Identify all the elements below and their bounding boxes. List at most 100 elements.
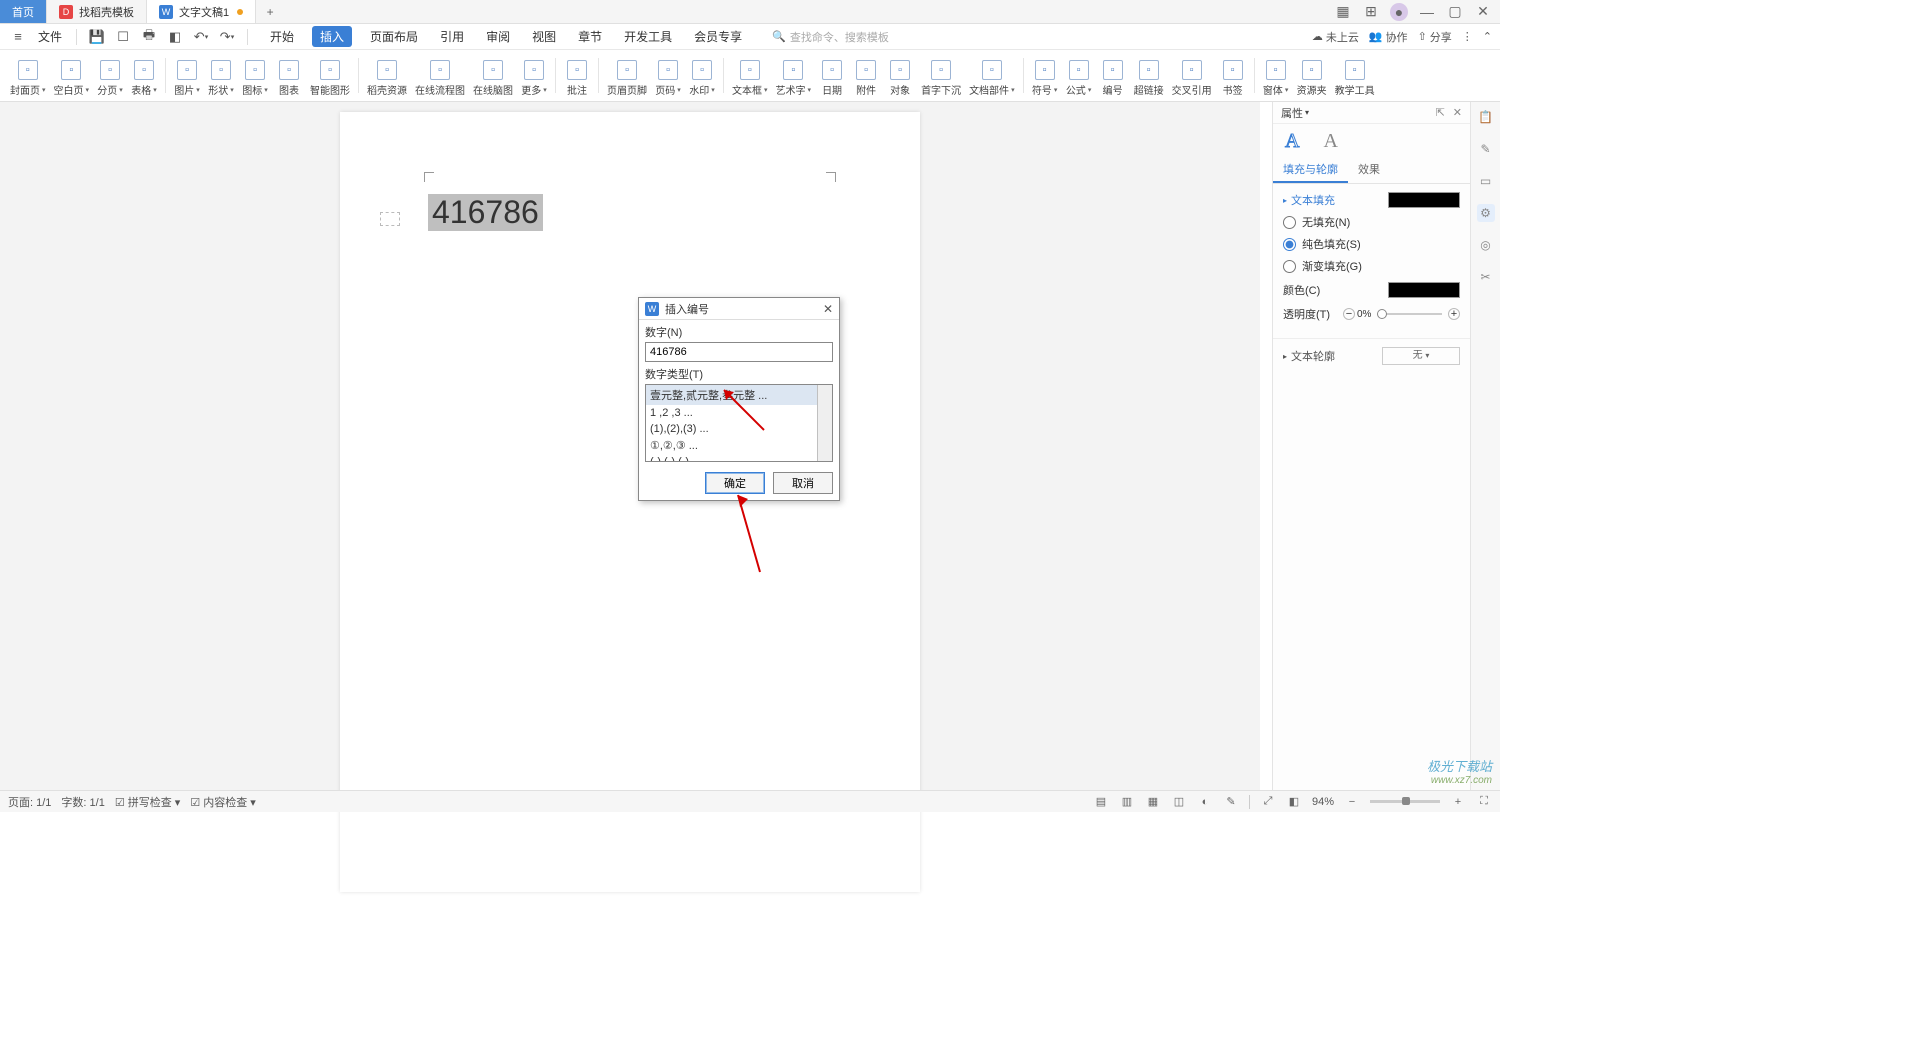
view-outline-icon[interactable]: ◫ <box>1171 794 1187 810</box>
print-icon[interactable]: 🖶 <box>139 27 159 47</box>
ribbon-cover[interactable]: ▫封面页▾ <box>6 52 50 99</box>
more-menu[interactable]: ⋮ <box>1462 30 1473 43</box>
share-button[interactable]: ⇧分享 <box>1418 29 1452 45</box>
panel-close-icon[interactable]: ✕ <box>1453 106 1462 119</box>
ribbon-icon[interactable]: ▫图标▾ <box>238 52 272 99</box>
collapse-ribbon[interactable]: ⌃ <box>1483 30 1492 43</box>
zoom-out-icon[interactable]: − <box>1344 794 1360 810</box>
ribbon-chart[interactable]: ▫图表 <box>272 52 306 99</box>
color-swatch[interactable] <box>1388 282 1460 298</box>
dialog-titlebar[interactable]: W 插入编号 ✕ <box>639 298 839 320</box>
mode-fill[interactable]: A <box>1323 130 1337 153</box>
status-wordcount[interactable]: 字数: 1/1 <box>61 794 104 810</box>
ribbon-smart[interactable]: ▫智能图形 <box>306 52 354 99</box>
saveas-icon[interactable]: ☐ <box>113 27 133 47</box>
avatar-icon[interactable]: ● <box>1390 3 1408 21</box>
tool-settings-icon[interactable]: ⚙ <box>1477 204 1495 222</box>
ribbon-xref-s[interactable]: ▫交叉引用 <box>1168 52 1216 99</box>
tab-insert[interactable]: 插入 <box>312 26 352 47</box>
layout-icon[interactable]: ▦ <box>1334 3 1352 21</box>
status-spellcheck[interactable]: ☑ 拼写检查 ▾ <box>115 794 181 810</box>
ribbon-blank[interactable]: ▫空白页▾ <box>50 52 94 99</box>
tool-clip-icon[interactable]: ✂ <box>1477 268 1495 286</box>
tool-select-icon[interactable]: ▭ <box>1477 172 1495 190</box>
new-tab-button[interactable]: + <box>256 0 284 23</box>
ribbon-number[interactable]: ▫编号 <box>1096 52 1130 99</box>
apps-icon[interactable]: ⊞ <box>1362 3 1380 21</box>
ribbon-date[interactable]: ▫日期 <box>815 52 849 99</box>
list-option-0[interactable]: 壹元整,贰元整,叁元整 ... <box>646 385 818 405</box>
tab-home[interactable]: 首页 <box>0 0 47 23</box>
ribbon-equation[interactable]: ▫公式▾ <box>1062 52 1096 99</box>
view-print-icon[interactable]: ▤ <box>1093 794 1109 810</box>
document-page[interactable]: 416786 <box>340 112 920 892</box>
ribbon-daoke-res[interactable]: ▫稻壳资源 <box>363 52 411 99</box>
tab-effects[interactable]: 效果 <box>1348 157 1390 183</box>
search-field[interactable]: 🔍 查找命令、搜索模板 <box>772 29 889 45</box>
collab-button[interactable]: 👥协作 <box>1369 29 1408 45</box>
ribbon-symbol[interactable]: ▫符号▾ <box>1028 52 1062 99</box>
close-icon[interactable]: ✕ <box>1474 3 1492 21</box>
tab-daoke-templates[interactable]: D 找稻壳模板 <box>47 0 147 23</box>
ribbon-textbox[interactable]: ▫文本框▾ <box>728 52 772 99</box>
ribbon-object-s[interactable]: ▫对象 <box>883 52 917 99</box>
tool-location-icon[interactable]: ◎ <box>1477 236 1495 254</box>
section-text-fill[interactable]: ▸文本填充 <box>1283 192 1460 208</box>
ribbon-wordart[interactable]: ▫艺术字▾ <box>772 52 816 99</box>
status-page[interactable]: 页面: 1/1 <box>8 794 51 810</box>
dialog-close-button[interactable]: ✕ <box>823 302 833 316</box>
list-option-2[interactable]: (1),(2),(3) ... <box>646 421 818 437</box>
save-icon[interactable]: 💾 <box>87 27 107 47</box>
list-scroll-down[interactable]: ▼ <box>820 450 830 460</box>
file-menu[interactable]: 文件 <box>38 28 62 45</box>
opacity-minus[interactable]: − <box>1343 308 1355 320</box>
view-web-icon[interactable]: ▦ <box>1145 794 1161 810</box>
paragraph-handle[interactable] <box>380 212 400 226</box>
number-input[interactable] <box>645 342 833 362</box>
mode-outline[interactable]: A <box>1285 130 1299 153</box>
section-text-outline[interactable]: ▸文本轮廓 无 ▾ <box>1283 347 1460 365</box>
max-icon[interactable]: ▢ <box>1446 3 1464 21</box>
radio-solid-fill[interactable]: 纯色填充(S) <box>1283 236 1460 252</box>
ribbon-bookmark[interactable]: ▫书签 <box>1216 52 1250 99</box>
ok-button[interactable]: 确定 <box>705 472 765 494</box>
tab-review[interactable]: 审阅 <box>482 26 514 47</box>
ribbon-dropcap-s[interactable]: ▫首字下沉 <box>917 52 965 99</box>
selected-text[interactable]: 416786 <box>428 194 543 231</box>
ribbon-mind[interactable]: ▫在线脑图 <box>469 52 517 99</box>
tab-view[interactable]: 视图 <box>528 26 560 47</box>
ribbon-comment[interactable]: ▫批注 <box>560 52 594 99</box>
not-synced[interactable]: ☁未上云 <box>1312 29 1359 45</box>
ribbon-flow[interactable]: ▫在线流程图 <box>411 52 469 99</box>
radio-gradient-fill[interactable]: 渐变填充(G) <box>1283 258 1460 274</box>
ruler-icon[interactable]: ◧ <box>1286 794 1302 810</box>
list-option-1[interactable]: 1 ,2 ,3 ... <box>646 405 818 421</box>
ribbon-headerfooter[interactable]: ▫页眉页脚 <box>603 52 651 99</box>
ribbon-attach[interactable]: ▫附件 <box>849 52 883 99</box>
fullscreen-icon[interactable]: ⛶ <box>1476 794 1492 810</box>
zoom-value[interactable]: 94% <box>1312 796 1334 808</box>
outline-select[interactable]: 无 ▾ <box>1382 347 1460 365</box>
panel-pin-icon[interactable]: ⇱ <box>1436 106 1445 119</box>
ribbon-docpart[interactable]: ▫文档部件▾ <box>965 52 1019 99</box>
undo-icon[interactable]: ↶▾ <box>191 27 211 47</box>
fit-width-icon[interactable]: ⤢ <box>1260 794 1276 810</box>
opacity-plus[interactable]: + <box>1448 308 1460 320</box>
view-read-icon[interactable]: ▥ <box>1119 794 1135 810</box>
ribbon-shape[interactable]: ▫形状▾ <box>204 52 238 99</box>
fill-preview-swatch[interactable] <box>1388 192 1460 208</box>
status-contentcheck[interactable]: ☑ 内容检查 ▾ <box>190 794 256 810</box>
min-icon[interactable]: — <box>1418 3 1436 21</box>
zoom-slider[interactable] <box>1370 800 1440 803</box>
tab-document-1[interactable]: W 文字文稿1 <box>147 0 256 23</box>
zoom-in-icon[interactable]: + <box>1450 794 1466 810</box>
tool-clipboard-icon[interactable]: 📋 <box>1477 108 1495 126</box>
tab-developer[interactable]: 开发工具 <box>620 26 676 47</box>
tab-member[interactable]: 会员专享 <box>690 26 746 47</box>
tab-reference[interactable]: 引用 <box>436 26 468 47</box>
list-scroll-up[interactable]: ▲ <box>820 386 830 396</box>
tab-chapter[interactable]: 章节 <box>574 26 606 47</box>
ribbon-window[interactable]: ▫窗体▾ <box>1259 52 1293 99</box>
ribbon-res[interactable]: ▫资源夹 <box>1293 52 1331 99</box>
tool-brush-icon[interactable]: ✎ <box>1477 140 1495 158</box>
